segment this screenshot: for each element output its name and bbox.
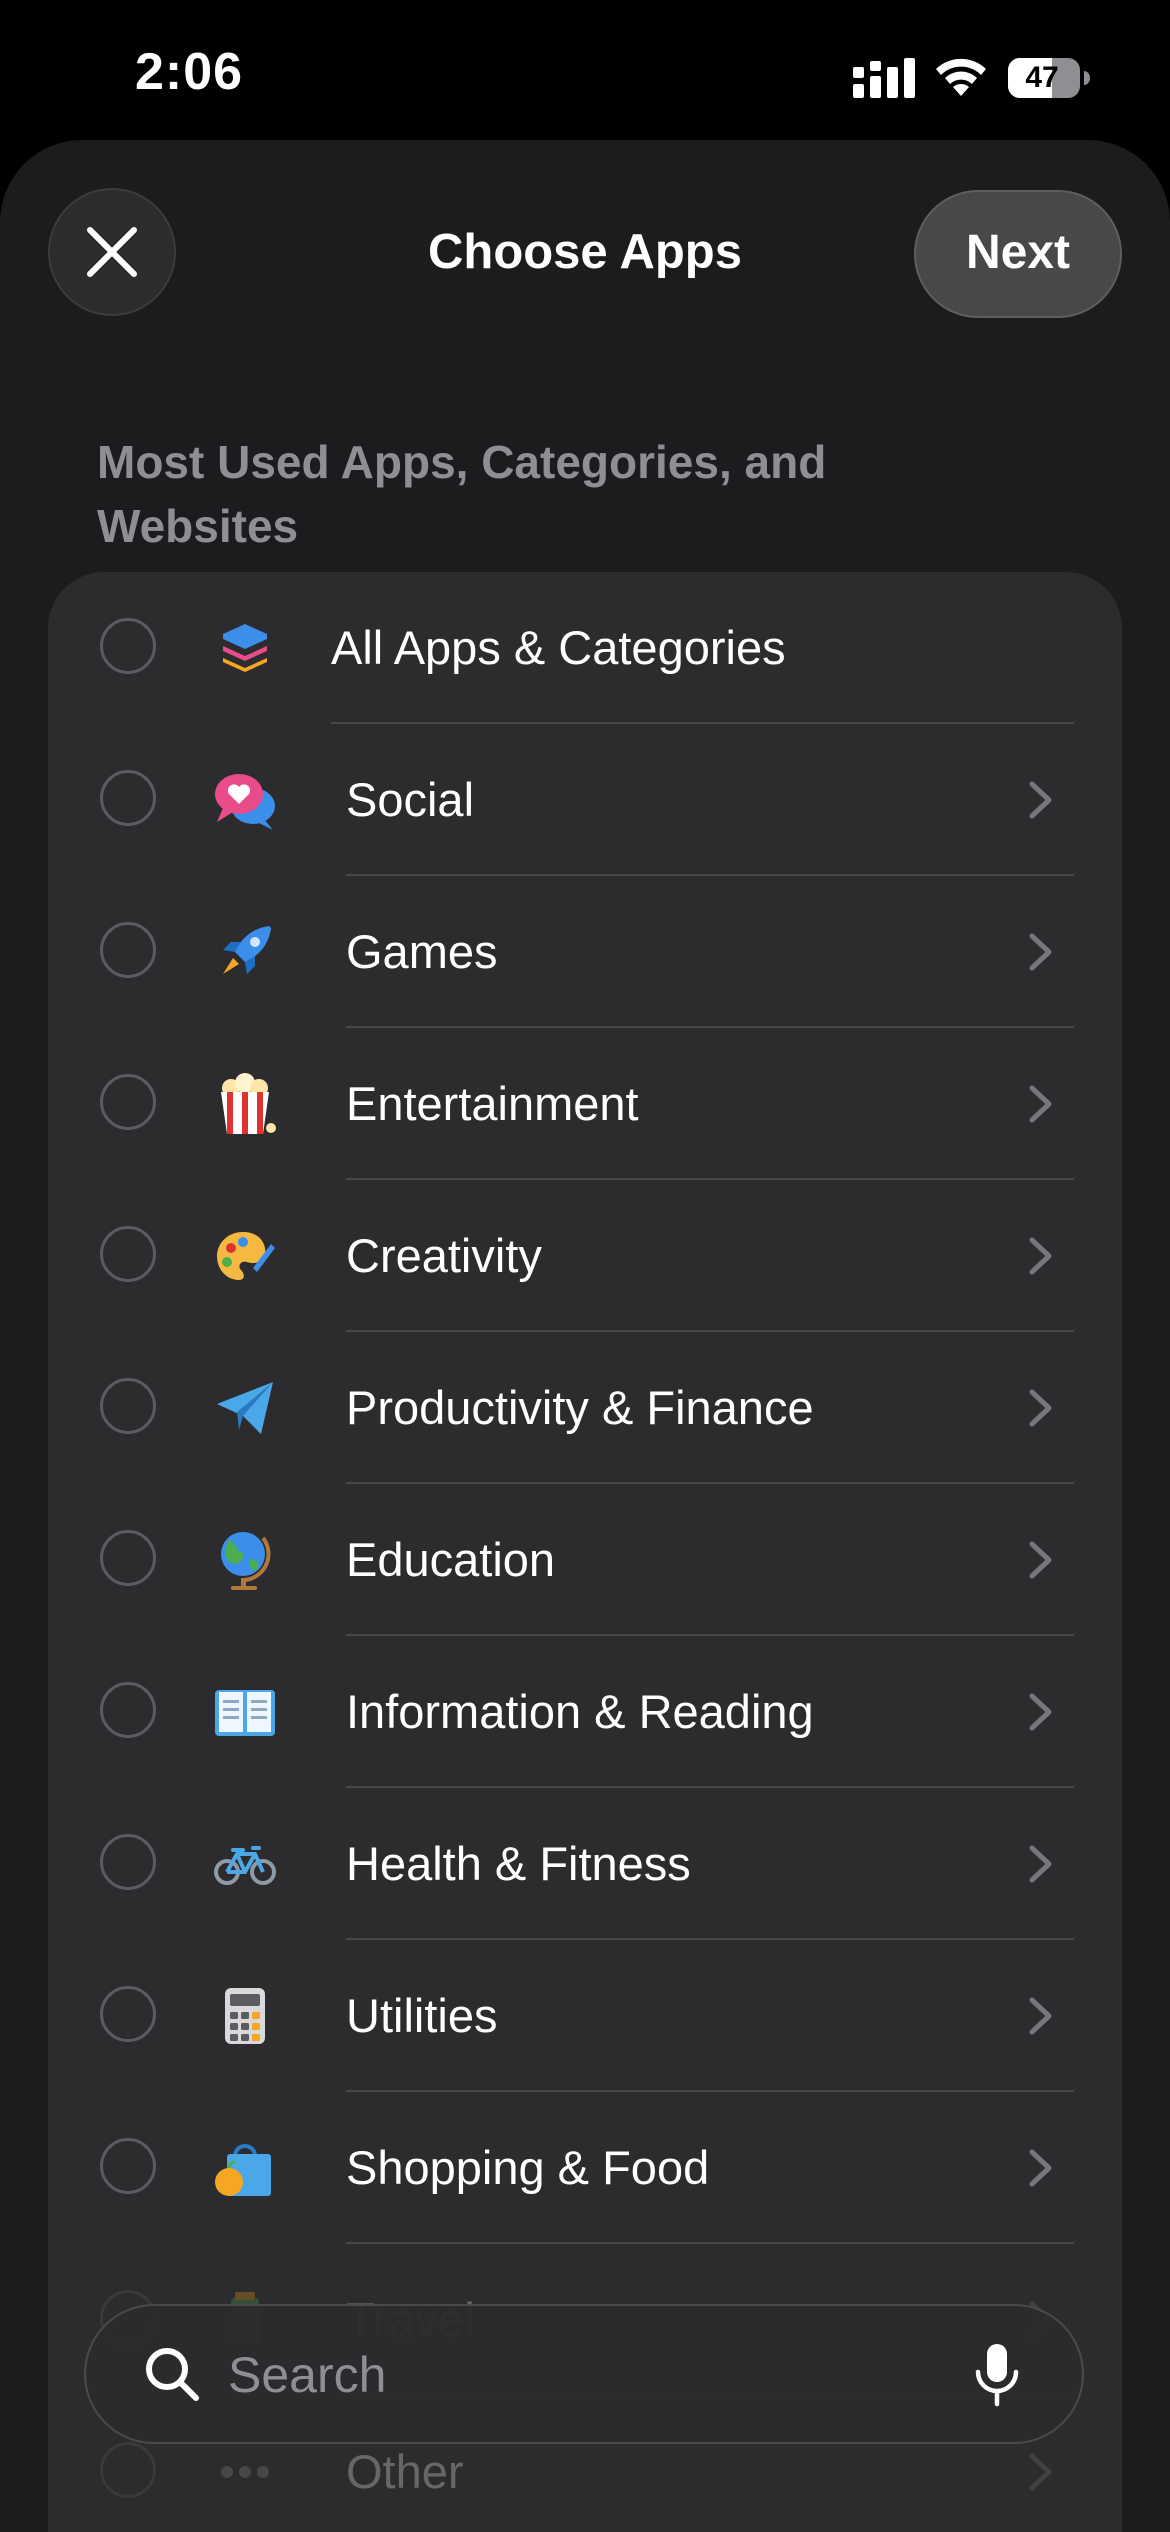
radio-button[interactable] — [100, 1834, 156, 1890]
radio-button[interactable] — [100, 1226, 156, 1282]
list-item-productivity-finance[interactable]: Productivity & Finance — [48, 1332, 1122, 1484]
chevron-right-icon — [1029, 1845, 1052, 1883]
row-label: All Apps & Categories — [331, 621, 786, 674]
chevron-right-icon — [1029, 1541, 1052, 1579]
list-item-all-apps[interactable]: All Apps & Categories — [48, 572, 1122, 724]
row-label: Productivity & Finance — [346, 1381, 814, 1434]
speech-bubbles-heart-icon — [213, 768, 277, 832]
status-bar: 2:06 47 — [0, 0, 1170, 150]
chevron-right-icon — [1029, 1389, 1052, 1427]
popcorn-icon — [213, 1072, 277, 1136]
rocket-icon — [213, 920, 277, 984]
next-button[interactable]: Next — [914, 190, 1122, 318]
radio-button[interactable] — [100, 1378, 156, 1434]
search-input[interactable] — [226, 2334, 930, 2416]
chevron-right-icon — [1029, 933, 1052, 971]
section-header: Most Used Apps, Categories, and Websites — [97, 436, 827, 552]
list-item-shopping-food[interactable]: Shopping & Food — [48, 2092, 1122, 2244]
row-label: Social — [346, 773, 475, 826]
chevron-right-icon — [1029, 1237, 1052, 1275]
row-label: Shopping & Food — [346, 2141, 710, 2194]
microphone-icon[interactable] — [974, 2342, 1020, 2408]
search-bar[interactable] — [84, 2304, 1084, 2444]
radio-button[interactable] — [100, 1530, 156, 1586]
list-item-creativity[interactable]: Creativity — [48, 1180, 1122, 1332]
radio-button[interactable] — [100, 1074, 156, 1130]
wifi-icon — [936, 58, 986, 96]
row-label: Games — [346, 925, 498, 978]
palette-icon — [213, 1224, 277, 1288]
chevron-right-icon — [1029, 2149, 1052, 2187]
chevron-right-icon — [1029, 1693, 1052, 1731]
radio-button[interactable] — [100, 922, 156, 978]
row-label: Information & Reading — [346, 1685, 814, 1738]
calculator-icon — [213, 1984, 277, 2048]
paper-plane-icon — [213, 1376, 277, 1440]
shopping-bag-icon — [213, 2136, 277, 2200]
list-item-education[interactable]: Education — [48, 1484, 1122, 1636]
open-book-icon — [213, 1680, 277, 1744]
row-label: Creativity — [346, 1229, 542, 1282]
search-icon — [146, 2348, 199, 2401]
list-item-information-reading[interactable]: Information & Reading — [48, 1636, 1122, 1788]
list-item-social[interactable]: Social — [48, 724, 1122, 876]
row-label: Utilities — [346, 1989, 498, 2042]
list-item-health-fitness[interactable]: Health & Fitness — [48, 1788, 1122, 1940]
radio-button[interactable] — [100, 770, 156, 826]
row-label: Entertainment — [346, 1077, 639, 1130]
chevron-right-icon — [1029, 781, 1052, 819]
battery-level: 47 — [1025, 61, 1059, 94]
status-time: 2:06 — [135, 43, 244, 101]
list-item-games[interactable]: Games — [48, 876, 1122, 1028]
chevron-right-icon — [1029, 1085, 1052, 1123]
list-item-entertainment[interactable]: Entertainment — [48, 1028, 1122, 1180]
chevron-right-icon — [1029, 2453, 1052, 2491]
radio-button[interactable] — [100, 2442, 156, 2498]
stack-icon — [213, 616, 277, 680]
category-list: All Apps & Categories Social Games Enter… — [48, 572, 1122, 2532]
row-label: Education — [346, 1533, 556, 1586]
chevron-right-icon — [1029, 1997, 1052, 2035]
ellipsis-icon — [213, 2440, 277, 2504]
radio-button[interactable] — [100, 2138, 156, 2194]
row-label: Health & Fitness — [346, 1837, 691, 1890]
radio-button[interactable] — [100, 618, 156, 674]
globe-icon — [213, 1528, 277, 1592]
list-item-utilities[interactable]: Utilities — [48, 1940, 1122, 2092]
cellular-signal-icon — [853, 58, 915, 98]
bicycle-icon — [213, 1832, 277, 1896]
radio-button[interactable] — [100, 1682, 156, 1738]
radio-button[interactable] — [100, 1986, 156, 2042]
